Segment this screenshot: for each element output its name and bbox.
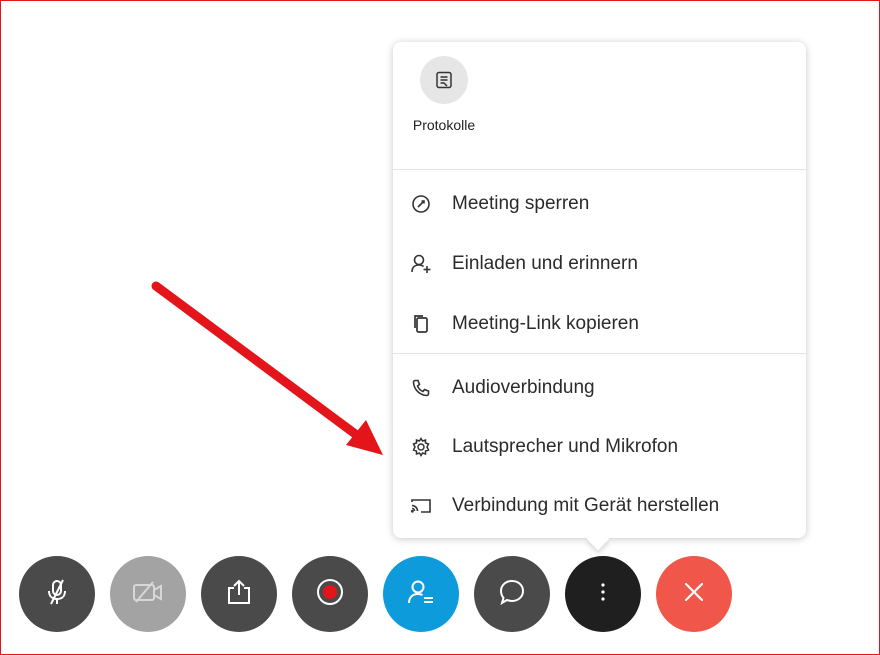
chat-icon bbox=[497, 577, 527, 612]
microphone-muted-icon bbox=[44, 577, 70, 612]
video-button[interactable] bbox=[110, 556, 186, 632]
video-off-icon bbox=[131, 580, 165, 609]
more-vertical-icon bbox=[598, 580, 608, 609]
close-icon bbox=[681, 579, 707, 610]
participants-button[interactable] bbox=[383, 556, 459, 632]
mute-button[interactable] bbox=[19, 556, 95, 632]
share-icon bbox=[224, 578, 254, 611]
chat-button[interactable] bbox=[474, 556, 550, 632]
leave-button[interactable] bbox=[656, 556, 732, 632]
annotation-arrow bbox=[151, 281, 383, 455]
record-button[interactable] bbox=[292, 556, 368, 632]
share-button[interactable] bbox=[201, 556, 277, 632]
record-icon bbox=[315, 577, 345, 612]
participants-icon bbox=[406, 577, 436, 612]
more-button[interactable] bbox=[565, 556, 641, 632]
